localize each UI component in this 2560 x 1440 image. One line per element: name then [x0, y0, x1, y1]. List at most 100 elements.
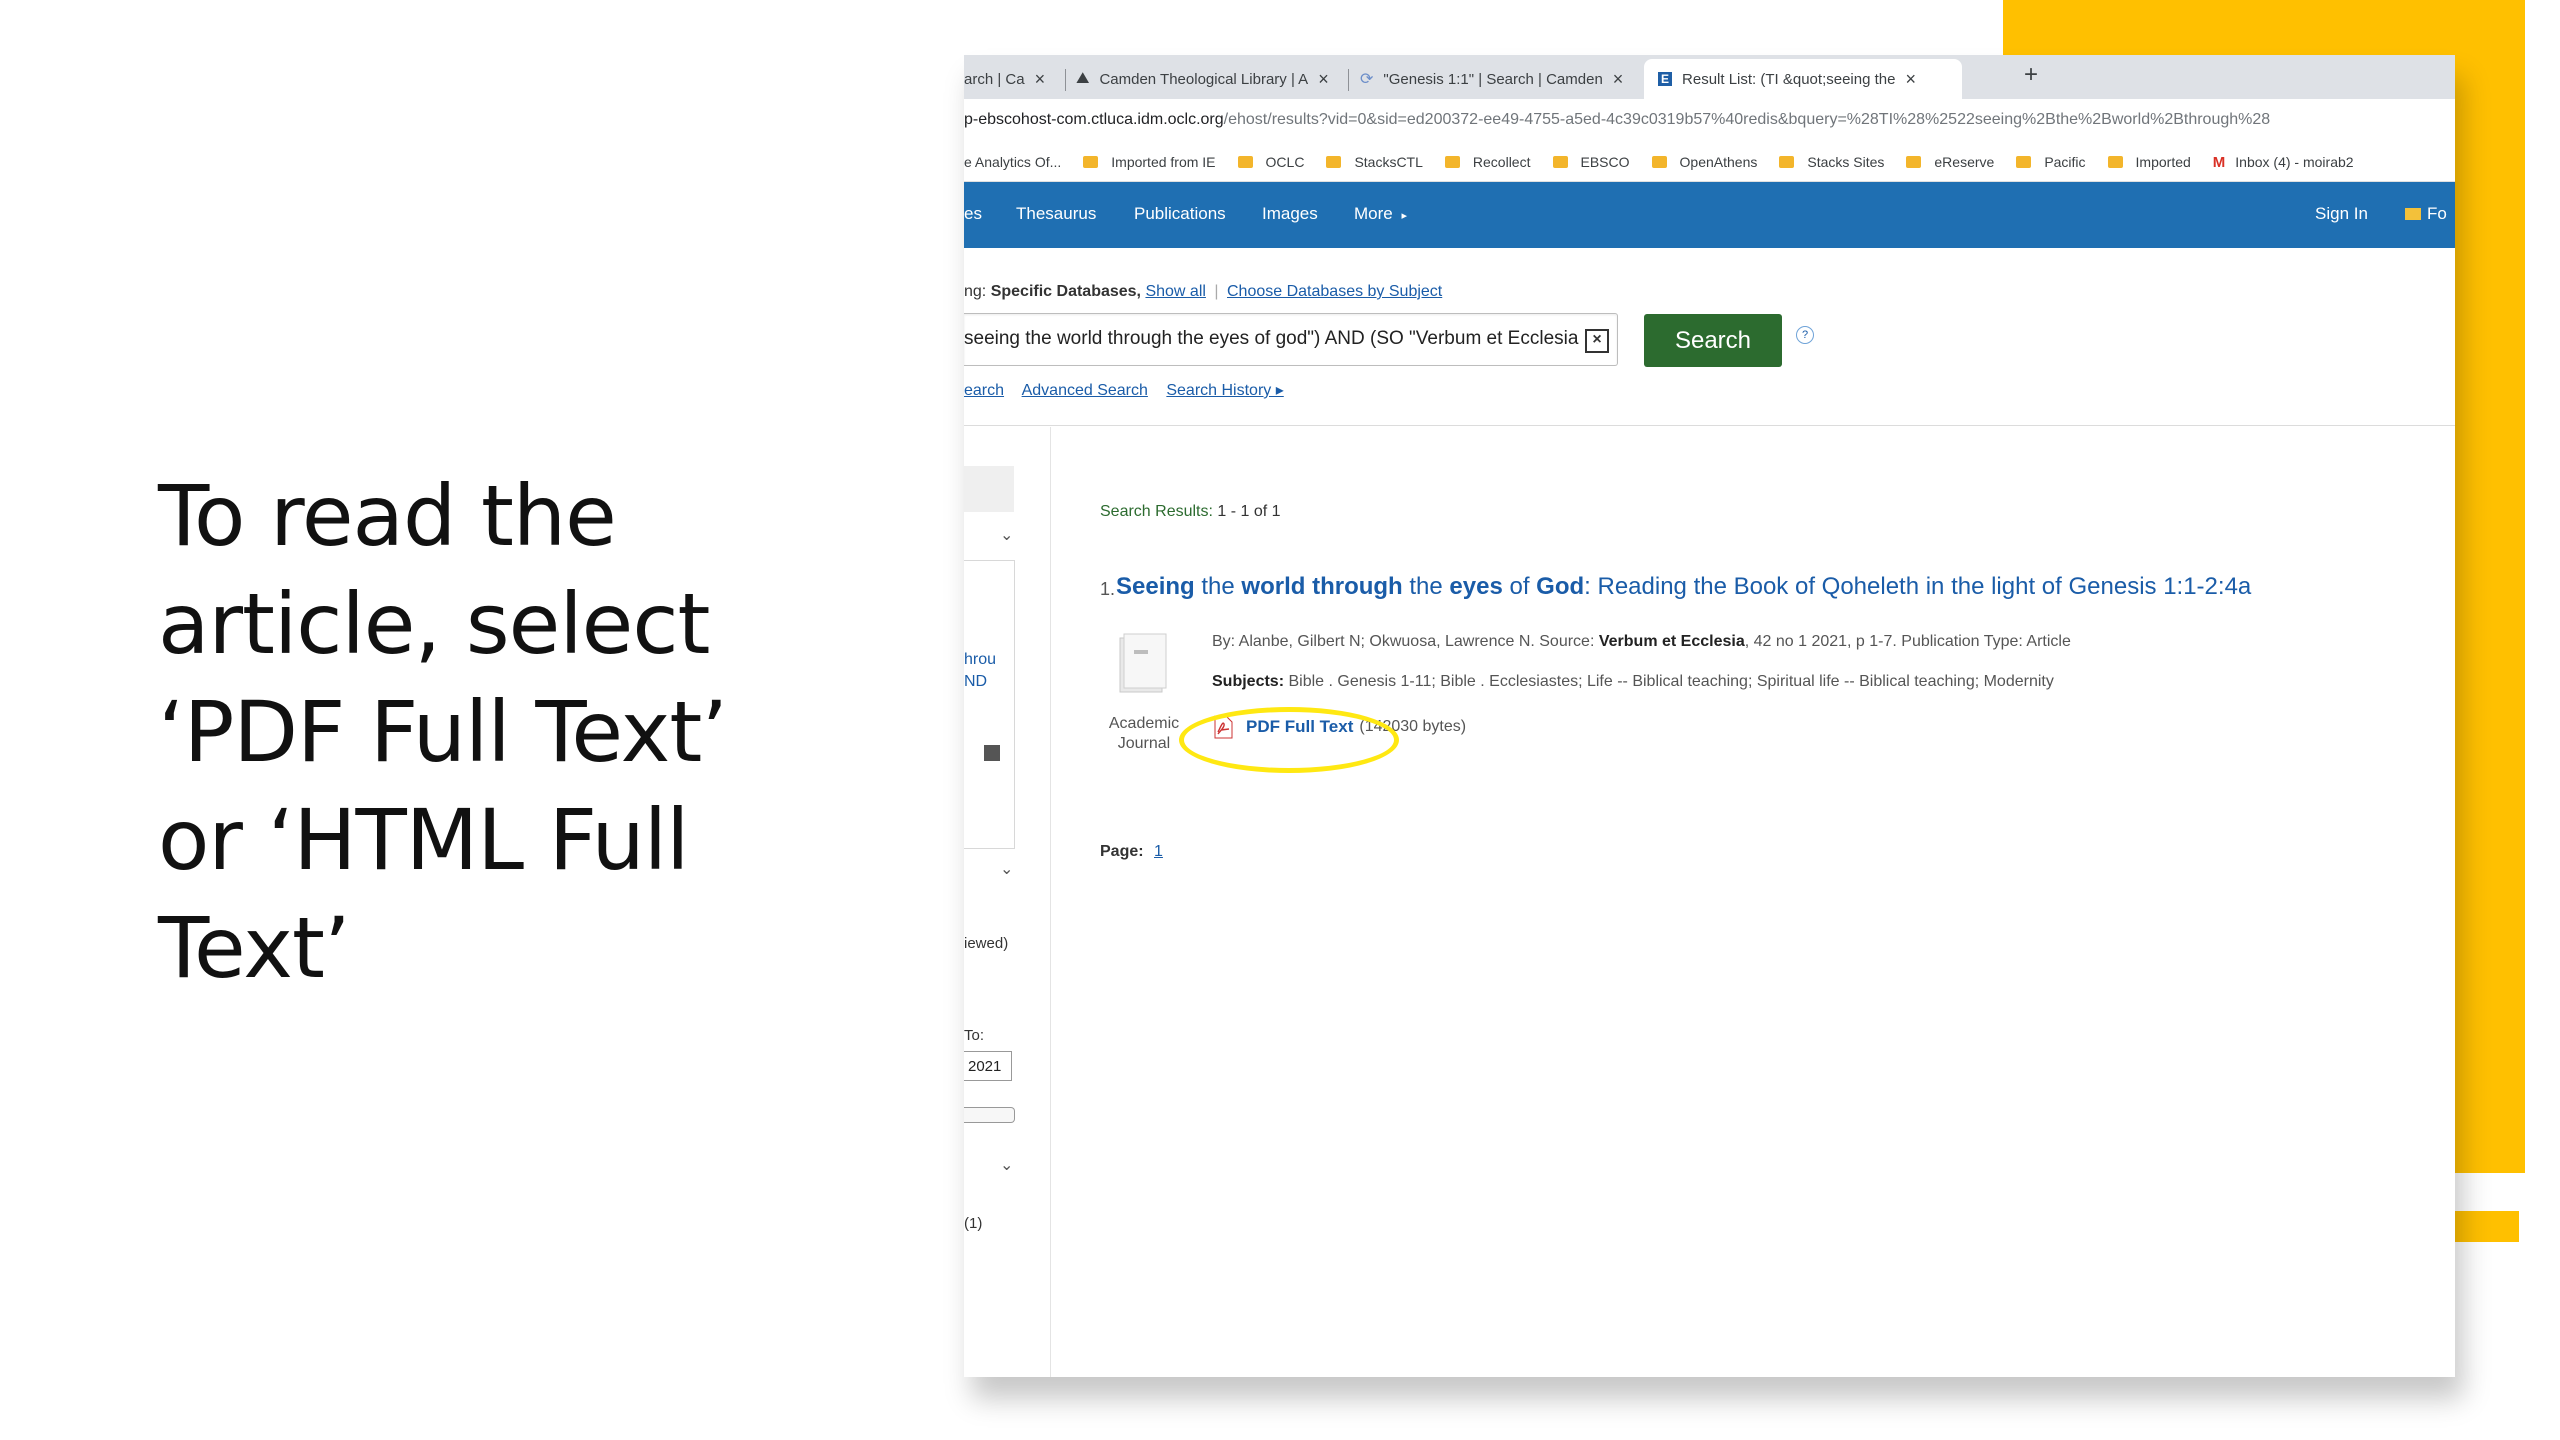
meta-source[interactable]: Verbum et Ecclesia	[1599, 633, 1745, 650]
bookmark-item[interactable]: Imported	[2107, 154, 2191, 170]
folder-icon	[1083, 156, 1099, 168]
choose-databases-link[interactable]: Choose Databases by Subject	[1227, 283, 1442, 300]
bookmark-item[interactable]: EBSCO	[1552, 154, 1630, 170]
browser-tab-active[interactable]: E Result List: (TI &quot;seeing the ×	[1644, 59, 1962, 99]
recently-viewed-label: iewed)	[964, 935, 1009, 952]
nav-item-publications[interactable]: Publications	[1134, 204, 1226, 224]
searching-databases: ng: Specific Databases, Show all | Choos…	[964, 283, 1442, 301]
folder-icon	[1651, 156, 1667, 168]
tab-separator	[1348, 69, 1349, 91]
meta-prefix: By: Alanbe, Gilbert N; Okwuosa, Lawrence…	[1212, 633, 1595, 650]
bookmark-item[interactable]: OpenAthens	[1651, 154, 1757, 170]
bookmark-label: StacksCTL	[1354, 154, 1423, 170]
bookmark-item[interactable]: OCLC	[1237, 154, 1304, 170]
clear-icon[interactable]: ×	[1585, 329, 1609, 353]
nav-item-more[interactable]: More ▸	[1354, 204, 1407, 224]
search-history-link[interactable]: Search History ▸	[1166, 382, 1283, 399]
url-path: /ehost/results?vid=0&sid=ed200372-ee49-4…	[1223, 111, 2271, 128]
chevron-down-icon: ▸	[1401, 210, 1407, 222]
basic-search-link[interactable]: earch	[964, 382, 1004, 399]
bookmark-item[interactable]: Recollect	[1444, 154, 1531, 170]
address-bar[interactable]: p-ebscohost-com.ctluca.idm.oclc.org/ehos…	[964, 99, 2455, 143]
result-title-link[interactable]: Seeing the world through the eyes of God…	[1116, 573, 2251, 601]
tab-label: arch | Ca	[964, 70, 1025, 88]
search-input[interactable]: seeing the world through the eyes of god…	[964, 313, 1618, 366]
bookmark-item[interactable]: Imported from IE	[1083, 154, 1216, 170]
search-input-value: seeing the world through the eyes of god…	[964, 328, 1579, 349]
panel-header-box	[964, 466, 1014, 512]
bookmark-label: Pacific	[2044, 154, 2086, 170]
url-text[interactable]: p-ebscohost-com.ctluca.idm.oclc.org/ehos…	[964, 111, 2270, 129]
browser-tab[interactable]: ⟳ "Genesis 1:1" | Search | Camden ×	[1360, 59, 1635, 99]
result-subjects: Subjects: Bible . Genesis 1-11; Bible . …	[1212, 673, 2054, 691]
pagination: Page: 1	[1100, 843, 1163, 861]
subjects-label: Subjects:	[1212, 673, 1285, 690]
close-icon[interactable]: ×	[1035, 69, 1046, 90]
date-to-input[interactable]: 2021	[964, 1051, 1012, 1081]
tab-separator	[1065, 69, 1066, 91]
new-tab-button[interactable]: +	[2024, 61, 2038, 89]
nav-item-images[interactable]: Images	[1262, 204, 1318, 224]
divider	[964, 425, 2455, 426]
doc-type-line: Journal	[1117, 735, 1171, 752]
accent-bar-right	[2455, 0, 2525, 1173]
ebsco-top-nav: es Thesaurus Publications Images More ▸ …	[964, 182, 2455, 248]
folder-icon	[1779, 156, 1795, 168]
title-part: the	[1402, 573, 1450, 600]
folder-icon	[1237, 156, 1253, 168]
instruction-line: To read the	[158, 467, 617, 565]
folder-icon	[1906, 156, 1922, 168]
results-count-value: 1 - 1 of 1	[1217, 503, 1281, 520]
close-icon[interactable]: ×	[1613, 69, 1624, 90]
instruction-line: or ‘HTML Full	[158, 791, 689, 889]
title-part: God	[1536, 573, 1585, 600]
tab-label: "Genesis 1:1" | Search | Camden	[1383, 70, 1603, 88]
search-links: earch Advanced Search Search History ▸	[964, 380, 1298, 400]
refine-link[interactable]: ND	[964, 671, 987, 693]
sign-in-link[interactable]: Sign In	[2315, 204, 2368, 224]
folder-link[interactable]: Fo	[2405, 204, 2447, 224]
tab-label: Camden Theological Library | A	[1099, 70, 1309, 88]
show-all-link[interactable]: Show all	[1145, 283, 1205, 300]
browser-screenshot: arch | Ca × ⛰ Camden Theological Library…	[964, 55, 2455, 1377]
bookmark-item[interactable]: M Inbox (4) - moirab2	[2213, 154, 2354, 171]
bookmark-item[interactable]: e Analytics Of...	[964, 154, 1061, 170]
search-button[interactable]: Search	[1644, 314, 1782, 367]
bookmark-item[interactable]: eReserve	[1906, 154, 1994, 170]
bookmark-label: Imported from IE	[1111, 154, 1216, 170]
close-icon[interactable]: ×	[1905, 69, 1916, 90]
chevron-down-icon[interactable]: ⌄	[1000, 1155, 1013, 1175]
academic-journal-icon[interactable]	[1114, 632, 1170, 696]
ebsco-favicon-icon: E	[1658, 72, 1673, 86]
title-part: eyes	[1449, 573, 1503, 600]
close-icon[interactable]: ×	[1318, 69, 1329, 90]
advanced-search-link[interactable]: Advanced Search	[1022, 382, 1148, 399]
nav-item-thesaurus[interactable]: Thesaurus	[1016, 204, 1096, 224]
page-label: Page:	[1100, 843, 1144, 860]
title-part: the	[1194, 573, 1242, 600]
refine-link[interactable]: hrou	[964, 649, 996, 671]
browser-tab[interactable]: arch | Ca ×	[964, 59, 1064, 99]
date-slider[interactable]	[964, 1107, 1015, 1123]
bookmark-item[interactable]: StacksCTL	[1326, 154, 1423, 170]
nav-item-partial[interactable]: es	[964, 204, 982, 224]
tab-bar: arch | Ca × ⛰ Camden Theological Library…	[964, 55, 2455, 99]
bookmark-item[interactable]: Pacific	[2016, 154, 2086, 170]
folder-icon	[2405, 208, 2421, 220]
chevron-down-icon[interactable]: ⌄	[1000, 859, 1013, 879]
chevron-down-icon[interactable]: ⌄	[1000, 525, 1013, 545]
bookmark-label: e Analytics Of...	[964, 154, 1062, 170]
subjects-value[interactable]: Bible . Genesis 1-11; Bible . Ecclesiast…	[1288, 673, 2053, 690]
folder-icon	[2107, 156, 2123, 168]
folder-link-label: Fo	[2427, 204, 2447, 223]
bookmark-item[interactable]: Stacks Sites	[1779, 154, 1884, 170]
browser-tab[interactable]: ⛰ Camden Theological Library | A ×	[1076, 59, 1346, 99]
help-icon[interactable]: ?	[1796, 326, 1814, 344]
page-link[interactable]: 1	[1154, 843, 1163, 860]
folder-icon	[2016, 156, 2032, 168]
doc-type-label: Academic Journal	[1107, 714, 1181, 754]
checkbox-icon[interactable]	[984, 745, 1000, 761]
bookmark-label: eReserve	[1934, 154, 1995, 170]
instruction-line: article, select	[158, 575, 710, 673]
url-host: p-ebscohost-com.ctluca.idm.oclc.org	[964, 111, 1224, 128]
